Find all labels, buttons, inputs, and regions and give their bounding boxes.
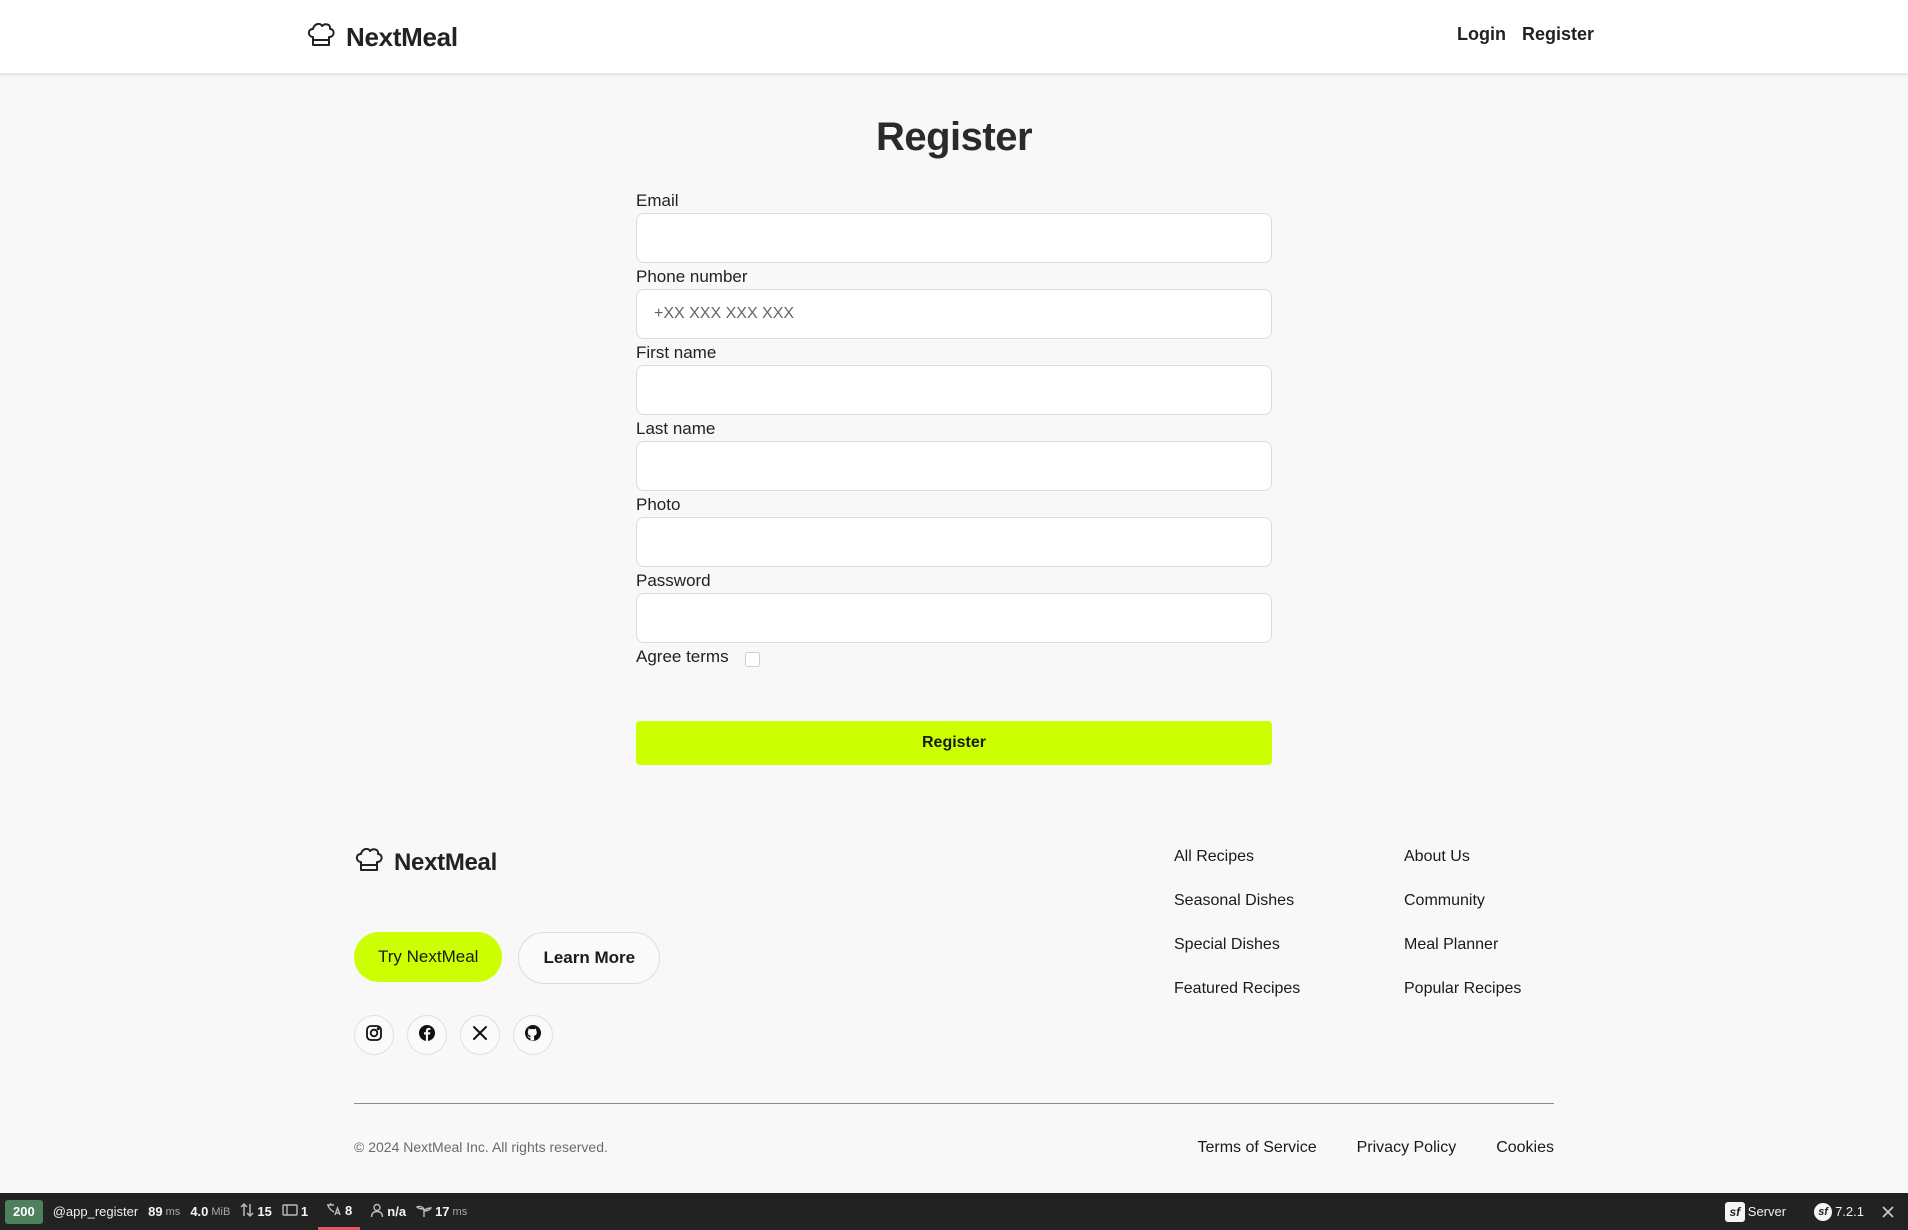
footer-link-community[interactable]: Community: [1404, 890, 1521, 934]
page-title: Register: [875, 115, 1033, 159]
status-badge[interactable]: 200: [5, 1199, 43, 1224]
brand-logo[interactable]: NextMeal: [306, 18, 458, 56]
photo-label: Photo: [636, 495, 681, 514]
translations-panel[interactable]: 8: [318, 1193, 361, 1230]
try-nextmeal-button[interactable]: Try NextMeal: [354, 932, 503, 982]
request-time[interactable]: 89 ms: [148, 1193, 180, 1230]
agree-terms-row: Agree terms: [636, 644, 1272, 670]
footer-brand[interactable]: NextMeal: [354, 846, 497, 879]
memory-value: 4.0: [190, 1204, 209, 1219]
social-links: [354, 1015, 553, 1055]
forms-count: 1: [300, 1204, 309, 1219]
email-label: Email: [636, 191, 679, 210]
memory-unit: MiB: [211, 1205, 231, 1218]
server-label: Server: [1747, 1204, 1787, 1219]
twig-icon: [415, 1203, 433, 1221]
first-name-field-group: First name: [636, 340, 1272, 415]
x-link[interactable]: [460, 1015, 500, 1055]
footer-links-col1: All Recipes Seasonal Dishes Special Dish…: [1174, 846, 1300, 1022]
email-input[interactable]: [636, 213, 1272, 263]
password-input[interactable]: [636, 593, 1272, 643]
debug-toolbar: 200 @app_register 89 ms 4.0 MiB 15 1 8 n…: [0, 1193, 1908, 1230]
photo-field-group: Photo: [636, 492, 1272, 567]
legal-links: Terms of Service Privacy Policy Cookies: [1197, 1139, 1554, 1157]
register-form: Email Phone number First name Last name …: [636, 188, 1272, 670]
http-requests[interactable]: 15: [240, 1193, 272, 1230]
arrows-updown-icon: [240, 1202, 254, 1221]
chef-hat-icon: [306, 21, 336, 54]
email-field-group: Email: [636, 188, 1272, 263]
first-name-input[interactable]: [636, 365, 1272, 415]
footer-link-all-recipes[interactable]: All Recipes: [1174, 846, 1300, 890]
top-navbar: NextMeal Login Register: [0, 0, 1908, 74]
security-user: n/a: [387, 1204, 407, 1219]
phone-field-group: Phone number: [636, 264, 1272, 339]
facebook-icon: [418, 1024, 436, 1047]
brand-name: NextMeal: [346, 21, 458, 52]
footer-link-meal-planner[interactable]: Meal Planner: [1404, 934, 1521, 978]
footer-link-about-us[interactable]: About Us: [1404, 846, 1521, 890]
request-time-unit: ms: [165, 1205, 181, 1218]
terms-of-service-link[interactable]: Terms of Service: [1197, 1139, 1316, 1157]
close-icon[interactable]: [1882, 1205, 1894, 1218]
privacy-policy-link[interactable]: Privacy Policy: [1357, 1139, 1457, 1157]
twig-panel[interactable]: 17 ms: [415, 1193, 468, 1230]
nav-links: Login Register: [1457, 24, 1594, 45]
last-name-input[interactable]: [636, 441, 1272, 491]
cookies-link[interactable]: Cookies: [1496, 1139, 1554, 1157]
first-name-label: First name: [636, 343, 717, 362]
x-icon: [472, 1025, 488, 1046]
twig-time-value: 17: [435, 1204, 450, 1219]
chef-hat-icon: [354, 846, 384, 879]
user-icon: [370, 1203, 384, 1221]
password-field-group: Password: [636, 568, 1272, 643]
route-name[interactable]: @app_register: [53, 1193, 138, 1230]
symfony-version-panel[interactable]: sf 7.2.1: [1814, 1193, 1864, 1230]
symfony-round-icon: sf: [1814, 1202, 1833, 1221]
footer-link-popular-recipes[interactable]: Popular Recipes: [1404, 978, 1521, 1022]
github-icon: [524, 1024, 542, 1047]
photo-input[interactable]: [636, 517, 1272, 567]
security-panel[interactable]: n/a: [370, 1193, 406, 1230]
footer-brand-name: NextMeal: [394, 848, 497, 876]
copyright-text: © 2024 NextMeal Inc. All rights reserved…: [354, 1139, 608, 1155]
form-icon: [282, 1203, 298, 1220]
instagram-link[interactable]: [354, 1015, 394, 1055]
github-link[interactable]: [513, 1015, 553, 1055]
server-panel[interactable]: sf Server: [1724, 1193, 1787, 1230]
footer-cta-group: Try NextMeal Learn More: [354, 932, 661, 984]
facebook-link[interactable]: [407, 1015, 447, 1055]
twig-time-unit: ms: [452, 1205, 468, 1218]
agree-terms-checkbox[interactable]: [744, 651, 760, 667]
footer-link-special-dishes[interactable]: Special Dishes: [1174, 934, 1300, 978]
translations-count: 8: [345, 1202, 353, 1218]
request-time-value: 89: [148, 1204, 163, 1219]
register-submit-button[interactable]: Register: [636, 721, 1272, 765]
http-requests-count: 15: [257, 1204, 272, 1219]
route-text: @app_register: [52, 1204, 139, 1219]
footer-links-col2: About Us Community Meal Planner Popular …: [1404, 846, 1521, 1022]
translation-icon: [326, 1202, 342, 1219]
last-name-label: Last name: [636, 419, 716, 438]
symfony-version: 7.2.1: [1835, 1204, 1864, 1219]
learn-more-button[interactable]: Learn More: [518, 932, 661, 984]
footer-link-seasonal-dishes[interactable]: Seasonal Dishes: [1174, 890, 1300, 934]
symfony-logo-icon: sf: [1724, 1201, 1745, 1222]
nav-register-link[interactable]: Register: [1522, 24, 1594, 45]
agree-terms-label: Agree terms: [636, 647, 729, 666]
footer-divider: [354, 1103, 1554, 1104]
memory-usage[interactable]: 4.0 MiB: [190, 1193, 230, 1230]
phone-label: Phone number: [636, 267, 748, 286]
debug-toolbar-right: sf Server sf 7.2.1: [1715, 1193, 1894, 1230]
phone-input[interactable]: [636, 289, 1272, 339]
footer-link-featured-recipes[interactable]: Featured Recipes: [1174, 978, 1300, 1022]
last-name-field-group: Last name: [636, 416, 1272, 491]
password-label: Password: [636, 571, 711, 590]
instagram-icon: [365, 1024, 383, 1047]
nav-login-link[interactable]: Login: [1457, 24, 1506, 45]
forms-panel[interactable]: 1: [282, 1193, 308, 1230]
